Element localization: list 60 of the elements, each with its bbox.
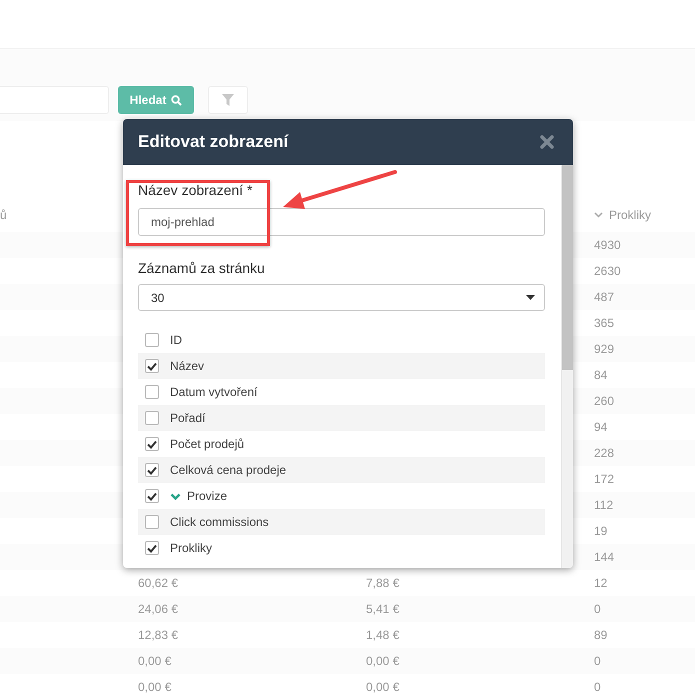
table-cell-text: 2630 <box>594 264 622 278</box>
checkbox[interactable] <box>145 489 159 503</box>
scrollbar-thumb[interactable] <box>562 165 573 370</box>
field-label: Záznamů za stránku <box>138 259 266 277</box>
caret-icon <box>594 212 603 218</box>
close-icon[interactable] <box>540 135 554 149</box>
column-option-label: Prokliky <box>170 541 212 555</box>
table-cell-text: 144 <box>594 550 616 564</box>
table-cell-text: 12 <box>594 576 608 590</box>
table-cell-text: 60,62 € <box>138 576 180 590</box>
table-cell-text: 365 <box>594 316 616 330</box>
field-label: Název zobrazení * <box>138 181 254 199</box>
column-option-label: Počet prodejů <box>170 437 244 451</box>
per-page-dropdown[interactable]: 30 <box>138 284 545 311</box>
table-cell-text: 487 <box>594 290 616 304</box>
scrollbar[interactable] <box>561 165 573 568</box>
table-cell-text: 0,00 € <box>366 680 400 694</box>
name-input-field[interactable]: moj-prehlad <box>138 208 545 236</box>
column-option-label: Pořadí <box>170 411 206 425</box>
column-option-label: Click commissions <box>170 515 269 529</box>
dialog-title: Editovat zobrazení <box>138 132 288 152</box>
checkbox[interactable] <box>145 541 159 555</box>
checkbox[interactable] <box>145 515 159 529</box>
table-cell-text: 0 <box>594 602 602 616</box>
table-cell-text: 0 <box>594 654 602 668</box>
caret-icon <box>526 295 535 300</box>
search-icon <box>171 94 182 106</box>
checkbox[interactable] <box>145 411 159 425</box>
table-cell-text: 112 <box>594 498 614 512</box>
table-cell-text: 84 <box>594 368 608 382</box>
filter-icon <box>222 94 234 106</box>
column-option-label: Provize <box>187 489 228 503</box>
table-cell-text: 94 <box>594 420 608 434</box>
table-cell-text: 0 <box>594 680 602 694</box>
table-cell-text: 228 <box>594 446 616 460</box>
checkbox[interactable] <box>145 385 159 399</box>
table-cell-text: 24,06 € <box>138 602 180 616</box>
table-cell-text: 19 <box>594 524 608 538</box>
column-option-label: Celková cena prodeje <box>170 463 286 477</box>
filter-button[interactable] <box>208 86 248 114</box>
table-cell-text: 5,41 € <box>366 602 400 616</box>
table-cell-text: 7,88 € <box>366 576 400 590</box>
table-cell-text: 12,83 € <box>138 628 180 642</box>
table-cell-text: 4930 <box>594 238 622 252</box>
table-cell-text: 0,00 € <box>138 654 172 668</box>
table-cell-text: 260 <box>594 394 616 408</box>
column-header: ů <box>0 208 8 222</box>
checkbox[interactable] <box>145 333 159 347</box>
table-cell-text: 1,48 € <box>366 628 400 642</box>
table-cell-text: 929 <box>594 342 616 356</box>
checkbox[interactable] <box>145 437 159 451</box>
table-cell-text: 0,00 € <box>366 654 400 668</box>
table-cell-text: 89 <box>594 628 608 642</box>
column-option-label: ID <box>170 333 182 347</box>
table-cell-text: 0,00 € <box>138 680 172 694</box>
checkbox[interactable] <box>145 359 159 373</box>
checkbox[interactable] <box>145 463 159 477</box>
column-option-label: Název <box>170 359 204 373</box>
table-cell-text: 172 <box>594 472 616 486</box>
column-option-label: Datum vytvoření <box>170 385 258 399</box>
